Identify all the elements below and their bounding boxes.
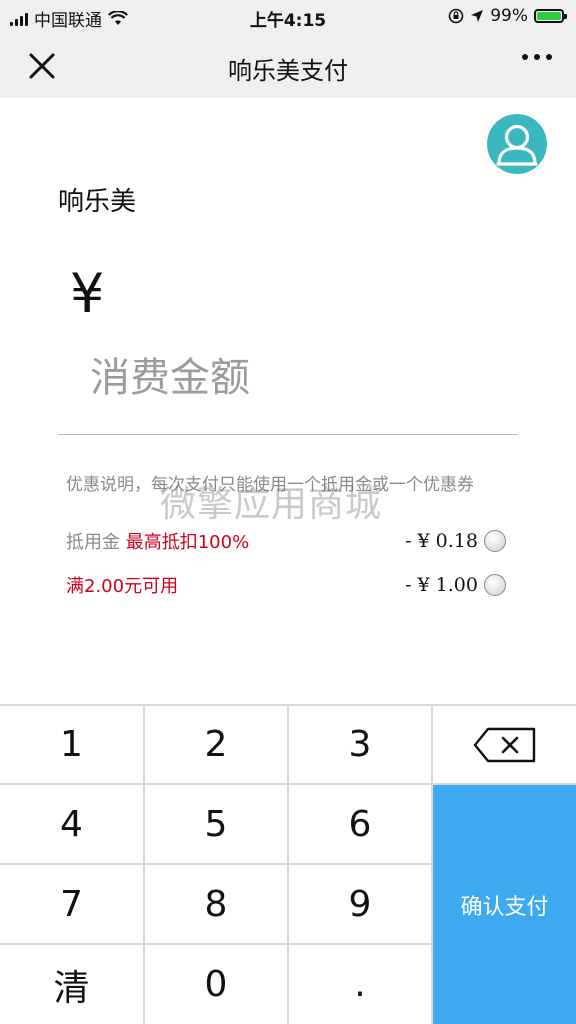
- location-icon: [471, 10, 484, 22]
- promo-option-credit[interactable]: 抵用金 最高抵扣100% - ¥ 0.18: [66, 526, 506, 556]
- page-title: 响乐美支付: [228, 57, 348, 85]
- nav-bar: 响乐美支付: [0, 34, 576, 98]
- key-6[interactable]: 6: [289, 785, 431, 863]
- promo-option-label-group: 满2.00元可用: [66, 572, 178, 598]
- avatar[interactable]: [487, 114, 547, 174]
- amount-divider: [58, 434, 518, 435]
- promo-option-coupon[interactable]: 满2.00元可用 - ¥ 1.00: [66, 570, 506, 600]
- more-dot-icon: [546, 54, 552, 60]
- promo-option-radio[interactable]: [484, 574, 506, 596]
- status-bar: 中国联通 上午4:15 99%: [0, 0, 576, 34]
- key-4[interactable]: 4: [0, 785, 143, 863]
- key-8[interactable]: 8: [145, 865, 287, 943]
- key-3[interactable]: 3: [289, 706, 431, 783]
- amount-input[interactable]: [90, 355, 510, 401]
- battery-percent: 99%: [490, 6, 528, 26]
- promo-option-highlight: 满2.00元可用: [66, 576, 179, 597]
- key-5[interactable]: 5: [145, 785, 287, 863]
- keypad: 1 2 3 4 5 6 7 8 9 清 0 . 确认支付: [0, 704, 576, 1024]
- clear-key[interactable]: 清: [0, 945, 143, 1024]
- rotation-lock-icon: [448, 8, 464, 24]
- currency-symbol: ¥: [70, 262, 105, 325]
- confirm-payment-button[interactable]: 确认支付: [433, 785, 576, 1024]
- decimal-key[interactable]: .: [289, 945, 431, 1024]
- key-9[interactable]: 9: [289, 865, 431, 943]
- watermark-text: 微擎应用商城: [160, 484, 383, 525]
- key-2[interactable]: 2: [145, 706, 287, 783]
- promo-option-value: - ¥ 0.18: [405, 530, 478, 552]
- more-button[interactable]: [522, 54, 552, 60]
- backspace-key[interactable]: [433, 706, 576, 783]
- user-icon: [496, 124, 538, 166]
- battery-fill: [537, 12, 561, 20]
- more-dot-icon: [522, 54, 528, 60]
- promo-option-label: 抵用金: [66, 532, 120, 553]
- promo-option-highlight: 最高抵扣100%: [125, 532, 250, 553]
- battery-icon: [534, 9, 567, 23]
- merchant-name: 响乐美: [58, 187, 137, 217]
- promo-option-value: - ¥ 1.00: [405, 574, 478, 596]
- key-1[interactable]: 1: [0, 706, 143, 783]
- backspace-icon: [473, 727, 535, 762]
- promo-option-label-group: 抵用金 最高抵扣100%: [66, 528, 249, 554]
- key-7[interactable]: 7: [0, 865, 143, 943]
- more-dot-icon: [534, 54, 540, 60]
- status-right: 99%: [448, 6, 567, 26]
- promo-option-radio[interactable]: [484, 530, 506, 552]
- key-0[interactable]: 0: [145, 945, 287, 1024]
